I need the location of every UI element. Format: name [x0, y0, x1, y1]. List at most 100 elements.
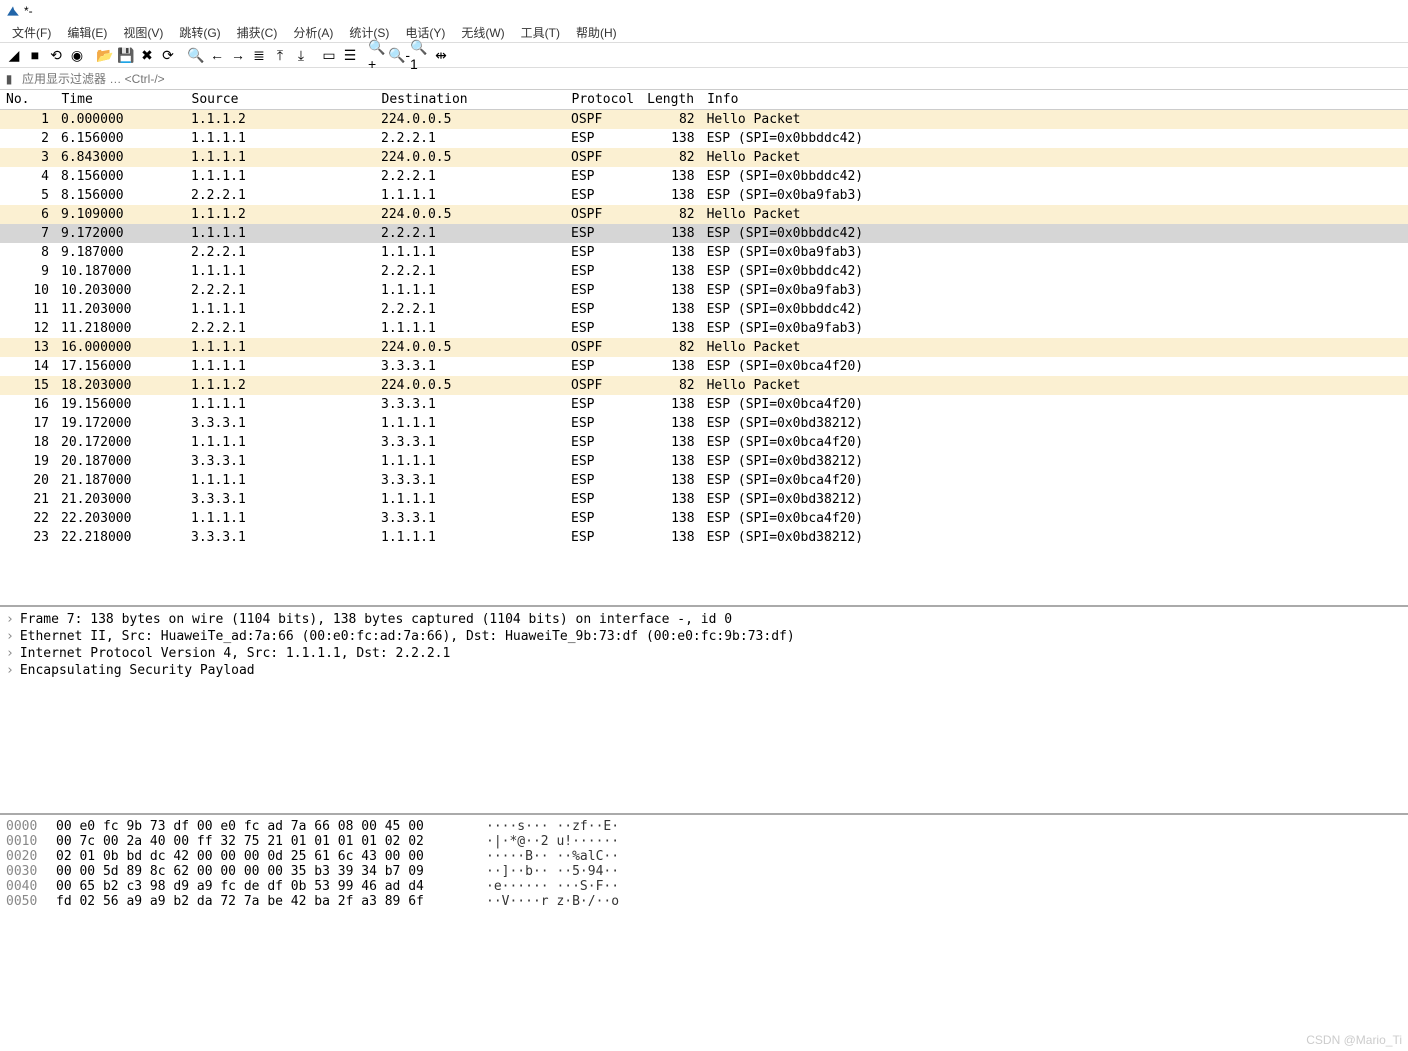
close-icon[interactable]: ✖: [137, 45, 157, 65]
column-header[interactable]: Info: [701, 90, 1408, 110]
bytes-row[interactable]: 0050fd 02 56 a9 a9 b2 da 72 7a be 42 ba …: [6, 894, 1402, 909]
resize-columns-icon[interactable]: ⇹: [431, 45, 451, 65]
folder-open-icon[interactable]: 📂: [95, 45, 115, 65]
packet-row[interactable]: 36.8430001.1.1.1224.0.0.5OSPF82Hello Pac…: [0, 148, 1408, 167]
options-icon[interactable]: ◉: [67, 45, 87, 65]
packet-row[interactable]: 1010.2030002.2.2.11.1.1.1ESP138ESP (SPI=…: [0, 281, 1408, 300]
packet-cell: 23: [0, 528, 55, 547]
column-header[interactable]: Protocol: [565, 90, 641, 110]
packet-row[interactable]: 910.1870001.1.1.12.2.2.1ESP138ESP (SPI=0…: [0, 262, 1408, 281]
packet-row[interactable]: 69.1090001.1.1.2224.0.0.5OSPF82Hello Pac…: [0, 205, 1408, 224]
menu-item-0[interactable]: 文件(F): [6, 24, 57, 40]
packet-row[interactable]: 2222.2030001.1.1.13.3.3.1ESP138ESP (SPI=…: [0, 509, 1408, 528]
packet-row[interactable]: 89.1870002.2.2.11.1.1.1ESP138ESP (SPI=0x…: [0, 243, 1408, 262]
packet-cell: 6.843000: [55, 148, 185, 167]
packet-cell: 1.1.1.1: [375, 452, 565, 471]
packet-row[interactable]: 48.1560001.1.1.12.2.2.1ESP138ESP (SPI=0x…: [0, 167, 1408, 186]
jump-icon[interactable]: ≣: [249, 45, 269, 65]
detail-tree-item[interactable]: ›Ethernet II, Src: HuaweiTe_ad:7a:66 (00…: [6, 628, 1402, 645]
shark-fin-icon[interactable]: ◢: [4, 45, 24, 65]
restart-icon[interactable]: ⟲: [46, 45, 66, 65]
forward-icon[interactable]: →: [228, 45, 248, 65]
menu-item-3[interactable]: 跳转(G): [173, 24, 226, 40]
packet-row[interactable]: 26.1560001.1.1.12.2.2.1ESP138ESP (SPI=0x…: [0, 129, 1408, 148]
menu-item-2[interactable]: 视图(V): [117, 24, 169, 40]
reload-icon[interactable]: ⟳: [158, 45, 178, 65]
column-header[interactable]: Length: [641, 90, 701, 110]
packet-row[interactable]: 1417.1560001.1.1.13.3.3.1ESP138ESP (SPI=…: [0, 357, 1408, 376]
detail-tree-item[interactable]: ›Encapsulating Security Payload: [6, 662, 1402, 679]
zoom-in-icon[interactable]: 🔍+: [368, 45, 388, 65]
packet-cell: OSPF: [565, 376, 641, 395]
packet-cell: 22.218000: [55, 528, 185, 547]
packet-row[interactable]: 1211.2180002.2.2.11.1.1.1ESP138ESP (SPI=…: [0, 319, 1408, 338]
packet-row[interactable]: 2121.2030003.3.3.11.1.1.1ESP138ESP (SPI=…: [0, 490, 1408, 509]
packet-cell: 3.3.3.1: [375, 357, 565, 376]
packet-row[interactable]: 1518.2030001.1.1.2224.0.0.5OSPF82Hello P…: [0, 376, 1408, 395]
byte-offset: 0020: [6, 849, 56, 864]
packet-cell: ESP: [565, 167, 641, 186]
packet-cell: 6: [0, 205, 55, 224]
bytes-row[interactable]: 002002 01 0b bd dc 42 00 00 00 0d 25 61 …: [6, 849, 1402, 864]
bytes-row[interactable]: 003000 00 5d 89 8c 62 00 00 00 00 35 b3 …: [6, 864, 1402, 879]
autoscroll-icon[interactable]: ▭: [319, 45, 339, 65]
menu-item-9[interactable]: 工具(T): [515, 24, 566, 40]
zoom-out-icon[interactable]: 🔍-: [389, 45, 409, 65]
packet-bytes-pane[interactable]: 000000 e0 fc 9b 73 df 00 e0 fc ad 7a 66 …: [0, 815, 1408, 975]
menu-item-8[interactable]: 无线(W): [455, 24, 510, 40]
packet-cell: 1.1.1.1: [185, 300, 375, 319]
packet-cell: 138: [641, 471, 701, 490]
packet-cell: 82: [641, 110, 701, 130]
packet-cell: 1.1.1.1: [185, 509, 375, 528]
menu-item-10[interactable]: 帮助(H): [570, 24, 623, 40]
packet-row[interactable]: 1920.1870003.3.3.11.1.1.1ESP138ESP (SPI=…: [0, 452, 1408, 471]
stop-icon[interactable]: ■: [25, 45, 45, 65]
byte-ascii: ·|·*@··2 u!······: [486, 834, 619, 849]
packet-cell: ESP (SPI=0x0bca4f20): [701, 395, 1408, 414]
column-header[interactable]: Destination: [375, 90, 565, 110]
column-header[interactable]: Source: [185, 90, 375, 110]
menu-item-5[interactable]: 分析(A): [287, 24, 339, 40]
packet-row[interactable]: 10.0000001.1.1.2224.0.0.5OSPF82Hello Pac…: [0, 110, 1408, 130]
packet-cell: 224.0.0.5: [375, 376, 565, 395]
packet-cell: 1.1.1.1: [375, 414, 565, 433]
bytes-row[interactable]: 004000 65 b2 c3 98 d9 a9 fc de df 0b 53 …: [6, 879, 1402, 894]
packet-cell: 11.203000: [55, 300, 185, 319]
packet-row[interactable]: 1619.1560001.1.1.13.3.3.1ESP138ESP (SPI=…: [0, 395, 1408, 414]
colorize-icon[interactable]: ☰: [340, 45, 360, 65]
back-icon[interactable]: ←: [207, 45, 227, 65]
packet-row[interactable]: 58.1560002.2.2.11.1.1.1ESP138ESP (SPI=0x…: [0, 186, 1408, 205]
column-header[interactable]: No.: [0, 90, 55, 110]
packet-row[interactable]: 79.1720001.1.1.12.2.2.1ESP138ESP (SPI=0x…: [0, 224, 1408, 243]
save-icon[interactable]: 💾: [116, 45, 136, 65]
bytes-row[interactable]: 000000 e0 fc 9b 73 df 00 e0 fc ad 7a 66 …: [6, 819, 1402, 834]
find-icon[interactable]: 🔍: [186, 45, 206, 65]
packet-cell: ESP (SPI=0x0bca4f20): [701, 433, 1408, 452]
packet-row[interactable]: 1316.0000001.1.1.1224.0.0.5OSPF82Hello P…: [0, 338, 1408, 357]
zoom-reset-icon[interactable]: 🔍1: [410, 45, 430, 65]
bookmark-icon[interactable]: ▮: [0, 72, 18, 86]
packet-cell: ESP (SPI=0x0ba9fab3): [701, 281, 1408, 300]
packet-cell: 2.2.2.1: [375, 300, 565, 319]
packet-cell: 9: [0, 262, 55, 281]
byte-offset: 0050: [6, 894, 56, 909]
bytes-row[interactable]: 001000 7c 00 2a 40 00 ff 32 75 21 01 01 …: [6, 834, 1402, 849]
packet-cell: Hello Packet: [701, 376, 1408, 395]
detail-tree-item[interactable]: ›Internet Protocol Version 4, Src: 1.1.1…: [6, 645, 1402, 662]
packet-row[interactable]: 2322.2180003.3.3.11.1.1.1ESP138ESP (SPI=…: [0, 528, 1408, 547]
packet-row[interactable]: 1820.1720001.1.1.13.3.3.1ESP138ESP (SPI=…: [0, 433, 1408, 452]
packet-details-pane[interactable]: ›Frame 7: 138 bytes on wire (1104 bits),…: [0, 605, 1408, 815]
go-first-icon[interactable]: ⤒: [270, 45, 290, 65]
packet-cell: 1.1.1.1: [185, 338, 375, 357]
menu-item-1[interactable]: 编辑(E): [61, 24, 113, 40]
detail-tree-item[interactable]: ›Frame 7: 138 bytes on wire (1104 bits),…: [6, 611, 1402, 628]
packet-row[interactable]: 1111.2030001.1.1.12.2.2.1ESP138ESP (SPI=…: [0, 300, 1408, 319]
display-filter-input[interactable]: [18, 70, 1408, 88]
packet-list-pane[interactable]: No.TimeSourceDestinationProtocolLengthIn…: [0, 90, 1408, 605]
packet-row[interactable]: 2021.1870001.1.1.13.3.3.1ESP138ESP (SPI=…: [0, 471, 1408, 490]
packet-row[interactable]: 1719.1720003.3.3.11.1.1.1ESP138ESP (SPI=…: [0, 414, 1408, 433]
byte-offset: 0040: [6, 879, 56, 894]
menu-item-4[interactable]: 捕获(C): [231, 24, 284, 40]
go-last-icon[interactable]: ⤓: [291, 45, 311, 65]
column-header[interactable]: Time: [55, 90, 185, 110]
